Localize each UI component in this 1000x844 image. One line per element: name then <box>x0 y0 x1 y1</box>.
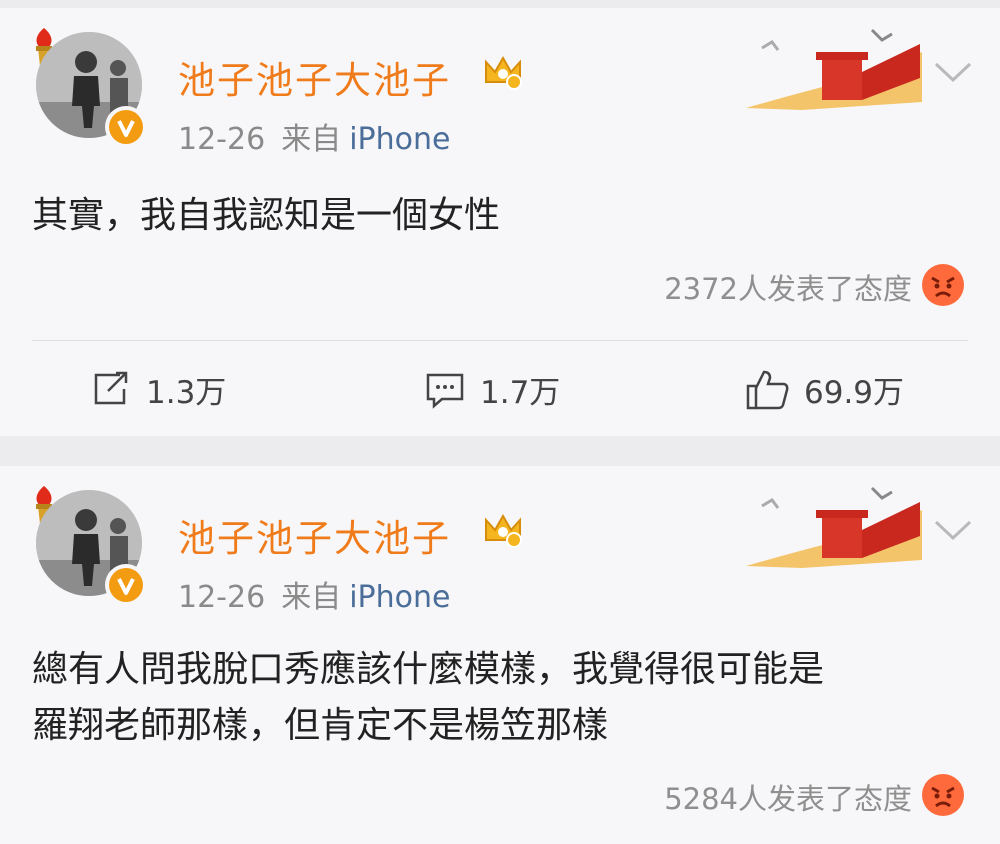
reaction-count[interactable]: 5284人发表了态度 <box>664 776 912 818</box>
source-prefix: 来自 <box>281 580 342 615</box>
repost-icon <box>94 371 128 405</box>
crown-icon[interactable] <box>482 510 524 550</box>
device-name[interactable]: iPhone <box>349 122 450 157</box>
comment-count: 1.7万 <box>480 374 561 411</box>
post-meta: 12-26 来自 iPhone <box>178 572 450 616</box>
reaction-count[interactable]: 2372人发表了态度 <box>664 266 912 308</box>
divider <box>32 340 968 341</box>
post-text-line: 總有人問我脫口秀應該什麼模樣，我覺得很可能是 <box>32 649 825 690</box>
post-text-line: 羅翔老師那樣，但肯定不是楊笠那樣 <box>32 705 609 746</box>
verified-badge <box>105 106 147 148</box>
weibo-post-2: 池子池子大池子 12-26 来自 iPhone 總有人問我脫口秀應該什麼模樣，我覺得… <box>0 466 1000 844</box>
verified-v-icon <box>117 120 135 137</box>
post-date: 12-26 <box>178 580 266 615</box>
verified-badge <box>105 564 147 606</box>
post-meta: 12-26 来自 iPhone <box>178 114 450 158</box>
angry-face-icon[interactable] <box>920 772 966 818</box>
repost-button[interactable]: 1.3万 <box>90 364 226 414</box>
post-text: 其實，我自我認知是一個女性 <box>32 188 500 244</box>
like-button[interactable]: 69.9万 <box>744 364 904 414</box>
author-name[interactable]: 池子池子大池子 <box>178 508 451 562</box>
thumbs-up-icon <box>746 370 789 410</box>
chevron-down-icon[interactable] <box>932 516 974 546</box>
source-prefix: 来自 <box>281 122 342 157</box>
great-wall-icon <box>746 486 922 568</box>
comment-icon <box>426 373 464 409</box>
post-date: 12-26 <box>178 122 266 157</box>
author-name[interactable]: 池子池子大池子 <box>178 50 451 104</box>
great-wall-icon <box>746 28 922 110</box>
comment-button[interactable]: 1.7万 <box>424 364 560 414</box>
post-text: 總有人問我脫口秀應該什麼模樣，我覺得很可能是 羅翔老師那樣，但肯定不是楊笠那樣 <box>32 642 824 754</box>
like-count: 69.9万 <box>804 374 905 411</box>
post-text-line: 其實，我自我認知是一個女性 <box>32 195 501 236</box>
repost-count: 1.3万 <box>146 374 227 411</box>
weibo-post-1: 池子池子大池子 12-26 来自 iPhone 其實，我自我認知是一個女性 2372… <box>0 8 1000 436</box>
chevron-down-icon[interactable] <box>932 58 974 88</box>
verified-v-icon <box>117 578 135 595</box>
device-name[interactable]: iPhone <box>349 580 450 615</box>
angry-face-icon[interactable] <box>920 262 966 308</box>
crown-icon[interactable] <box>482 52 524 92</box>
